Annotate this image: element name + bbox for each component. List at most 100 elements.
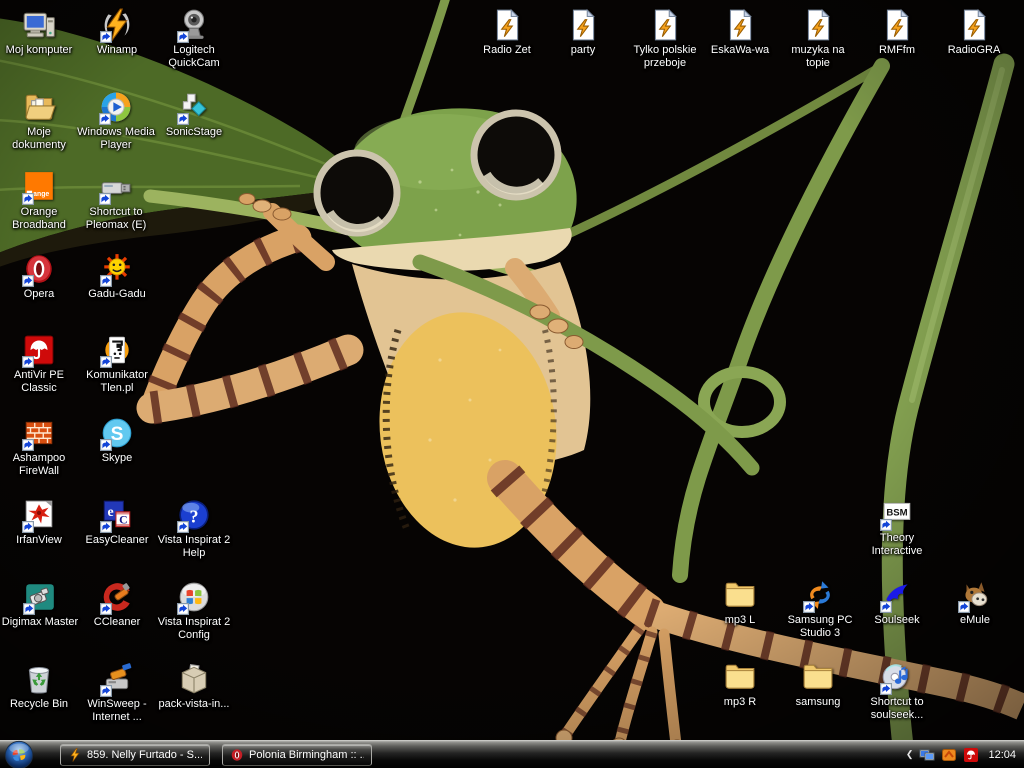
rmffm-icon [880,8,914,42]
desktop-icon-theory-interactive[interactable]: BSM Theory Interactive [857,496,937,559]
icon-label: Digimax Master [2,616,78,629]
komunikator-tlen-icon [100,333,134,367]
desktop-icon-party[interactable]: party [543,8,623,57]
icon-label: WinSweep - Internet ... [77,698,157,725]
windows-media-player-icon [99,90,133,124]
icon-label: party [571,44,595,57]
desktop-icon-mp3-r[interactable]: mp3 R [700,660,780,709]
icon-label: Komunikator Tlen.pl [77,369,157,396]
irfanview-icon [22,498,56,532]
desktop-icon-moje-dokumenty[interactable]: Moje dokumenty [0,90,79,153]
gadu-gadu-icon [100,252,134,286]
desktop-icon-vista-inspirat-2-help[interactable]: ?Vista Inspirat 2 Help [154,498,234,561]
windows-orb-icon [4,740,34,768]
desktop-icon-digimax-master[interactable]: Digimax Master [0,580,80,629]
svg-text:C: C [119,514,127,527]
icon-label: Vista Inspirat 2 Config [154,616,234,643]
desktop-icon-emule[interactable]: eMule [935,578,1015,627]
ccleaner-icon [100,580,134,614]
taskbar-task-winamp[interactable]: 859. Nelly Furtado - S... [60,744,210,766]
antivir-tray-icon[interactable] [963,747,979,763]
icon-label: mp3 R [724,696,756,709]
desktop-icon-irfanview[interactable]: IrfanView [0,498,79,547]
desktop-icon-samsung[interactable]: samsung [778,660,858,709]
tlen-tray-icon[interactable] [941,747,957,763]
winamp-icon [68,748,82,762]
icon-label: IrfanView [16,534,62,547]
desktop-icon-komunikator-tlen[interactable]: Komunikator Tlen.pl [77,333,157,396]
icon-label: Shortcut to Pleomax (E) [76,206,156,233]
desktop-icon-radiogra[interactable]: RadioGRA [934,8,1014,57]
desktop-icon-recycle-bin[interactable]: Recycle Bin [0,662,79,711]
taskbar: 859. Nelly Furtado - S... Polonia Birmin… [0,740,1024,768]
taskbar-task-opera[interactable]: Polonia Birmingham :: ... [222,744,372,766]
icon-label: Samsung PC Studio 3 [780,614,860,641]
icon-label: CCleaner [94,616,140,629]
icon-label: Moj komputer [6,44,73,57]
soulseek-icon [880,578,914,612]
icon-label: Radio Zet [483,44,531,57]
moj-komputer-icon [22,8,56,42]
desktop-icon-shortcut-to-soulseek[interactable]: Shortcut to soulseek... [857,660,937,723]
icon-label: Winamp [97,44,137,57]
desktop-icon-ccleaner[interactable]: CCleaner [77,580,157,629]
icon-label: EskaWa-wa [711,44,769,57]
desktop-icon-moj-komputer[interactable]: Moj komputer [0,8,79,57]
shortcut-to-soulseek-icon [880,660,914,694]
radio-zet-icon [490,8,524,42]
desktop-icon-muzyka-na-topie[interactable]: muzyka na topie [778,8,858,71]
desktop-icon-easycleaner[interactable]: eCEasyCleaner [77,498,157,547]
desktop-icon-pack-vista-in[interactable]: pack-vista-in... [154,662,234,711]
vista-inspirat-2-config-icon [177,580,211,614]
desktop-icon-mp3-l[interactable]: mp3 L [700,578,780,627]
desktop-icon-eskawa-wa[interactable]: EskaWa-wa [700,8,780,57]
desktop-icon-ashampoo-firewall[interactable]: Ashampoo FireWall [0,416,79,479]
tray-collapse-chevron-icon[interactable]: ❮ [906,750,914,759]
desktop-icon-winamp[interactable]: Winamp [77,8,157,57]
desktop-icon-winsweep-internet[interactable]: WinSweep - Internet ... [77,662,157,725]
desktop-icon-samsung-pc-studio-3[interactable]: Samsung PC Studio 3 [780,578,860,641]
svg-text:S: S [111,424,124,445]
task-label: Polonia Birmingham :: ... [249,749,364,761]
mp3-r-icon [723,660,757,694]
desktop-icon-opera[interactable]: Opera [0,252,79,301]
svg-text:ange: ange [33,191,49,198]
desktop-icon-skype[interactable]: SSkype [77,416,157,465]
skype-icon: S [100,416,134,450]
svg-text:BSM: BSM [886,508,907,519]
start-button[interactable] [4,740,34,768]
icon-label: Soulseek [874,614,919,627]
desktop-icon-rmffm[interactable]: RMFfm [857,8,937,57]
desktop-icon-antivir-pe-classic[interactable]: AntiVir PE Classic [0,333,79,396]
orange-broadband-icon: ange [22,170,56,204]
desktop-icon-radio-zet[interactable]: Radio Zet [467,8,547,57]
desktop-icon-tylko-polskie-przeboje[interactable]: Tylko polskie przeboje [625,8,705,71]
network-tray-icon[interactable] [919,747,935,763]
moje-dokumenty-icon [22,90,56,124]
desktop-icon-shortcut-to-pleomax[interactable]: Shortcut to Pleomax (E) [76,170,156,233]
desktop-icon-soulseek[interactable]: Soulseek [857,578,937,627]
eskawa-wa-icon [723,8,757,42]
taskbar-clock: 12:04 [988,749,1016,761]
icon-label: pack-vista-in... [159,698,230,711]
samsung-pc-studio-3-icon [803,578,837,612]
desktop-icon-sonicstage[interactable]: SonicStage [154,90,234,139]
taskbar-tasks: 859. Nelly Furtado - S... Polonia Birmin… [60,744,372,766]
icon-label: Orange Broadband [0,206,79,233]
mp3-l-icon [723,578,757,612]
vista-inspirat-2-help-icon: ? [177,498,211,532]
desktop-icon-logitech-quickcam[interactable]: Logitech QuickCam [154,8,234,71]
winamp-icon [100,8,134,42]
desktop-icon-gadu-gadu[interactable]: Gadu-Gadu [77,252,157,301]
desktop-icon-orange-broadband[interactable]: ange Orange Broadband [0,170,79,233]
theory-interactive-icon: BSM [880,496,914,530]
icon-label: Theory Interactive [857,532,937,559]
icon-label: Gadu-Gadu [88,288,145,301]
svg-text:?: ? [189,506,198,526]
desktop-icon-windows-media-player[interactable]: Windows Media Player [76,90,156,153]
opera-icon [230,748,244,762]
desktop-icon-vista-inspirat-2-config[interactable]: Vista Inspirat 2 Config [154,580,234,643]
icon-label: Logitech QuickCam [154,44,234,71]
muzyka-na-topie-icon [801,8,835,42]
icon-label: AntiVir PE Classic [0,369,79,396]
